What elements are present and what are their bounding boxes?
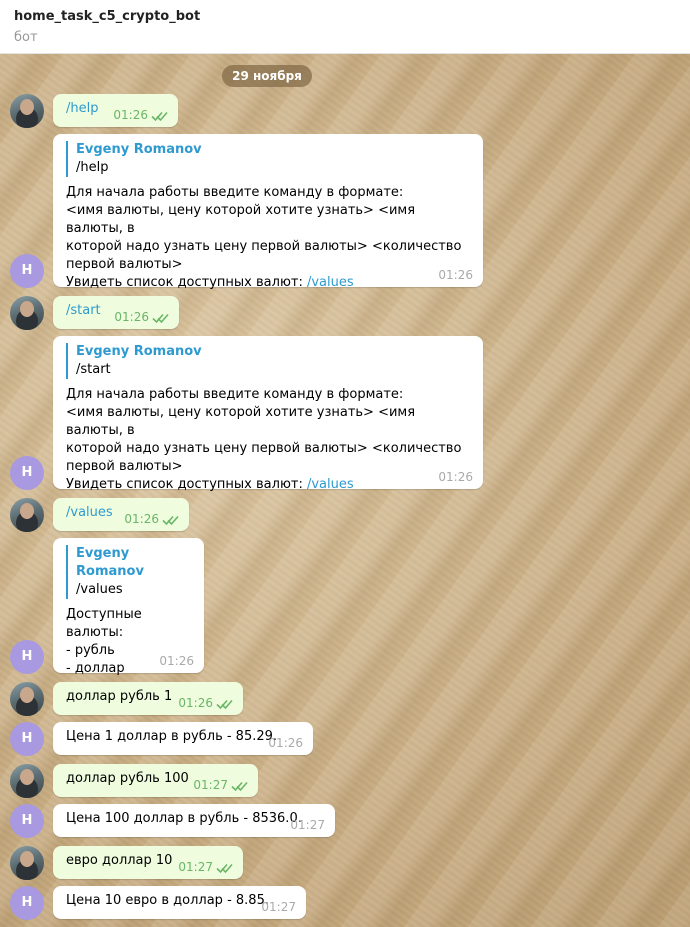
outgoing-message[interactable]: евро доллар 10 01:27 <box>53 846 243 879</box>
bot-avatar[interactable]: Н <box>10 254 44 288</box>
message-time: 01:27 <box>178 860 213 874</box>
outgoing-message[interactable]: доллар рубль 1 01:26 <box>53 682 243 715</box>
user-avatar[interactable] <box>10 94 44 128</box>
message-text[interactable]: /help <box>66 101 98 116</box>
reply-text: /start <box>76 362 111 377</box>
message-time: 01:26 <box>114 310 149 324</box>
message-time: 01:26 <box>159 654 194 668</box>
read-checkmarks-icon <box>216 863 233 874</box>
incoming-message[interactable]: Evgeny Romanov /start Для начала работы … <box>53 336 483 492</box>
message-line: <имя валюты, цену которой хотите узнать>… <box>66 203 416 236</box>
chat-title: home_task_c5_crypto_bot <box>14 9 201 24</box>
message-line: первой валюты> <box>66 257 183 272</box>
values-link[interactable]: /values <box>307 477 354 492</box>
user-avatar[interactable] <box>10 846 44 880</box>
message-line: Для начала работы введите команду в форм… <box>66 185 404 200</box>
user-avatar[interactable] <box>10 764 44 798</box>
read-checkmarks-icon <box>162 515 179 526</box>
read-checkmarks-icon <box>151 111 168 122</box>
message-text: евро доллар 10 <box>66 853 173 868</box>
message-time: 01:27 <box>261 900 296 914</box>
reply-author: Evgeny Romanov <box>76 344 202 359</box>
reply-text: /help <box>76 160 109 175</box>
message-time: 01:26 <box>268 736 303 750</box>
values-link[interactable]: /values <box>307 275 354 290</box>
incoming-message[interactable]: Цена 10 евро в доллар - 8.85. 01:27 <box>53 886 306 919</box>
message-text: Цена 100 доллар в рубль - 8536.0. <box>66 811 302 826</box>
message-time: 01:26 <box>438 268 473 282</box>
message-line: Доступные валюты: <box>66 607 142 640</box>
reply-quote[interactable]: Evgeny Romanov /help <box>66 141 470 177</box>
reply-author: Evgeny Romanov <box>76 142 202 157</box>
message-time: 01:27 <box>290 818 325 832</box>
incoming-message[interactable]: Evgeny Romanov /values Доступные валюты:… <box>53 538 204 694</box>
read-checkmarks-icon <box>152 313 169 324</box>
message-line: первой валюты> <box>66 459 183 474</box>
bot-avatar[interactable]: Н <box>10 722 44 756</box>
message-line: Для начала работы введите команду в форм… <box>66 387 404 402</box>
incoming-message[interactable]: Цена 100 доллар в рубль - 8536.0. 01:27 <box>53 804 335 837</box>
message-line: <имя валюты, цену которой хотите узнать>… <box>66 405 416 438</box>
reply-text: /values <box>76 582 123 597</box>
message-text: Цена 1 доллар в рубль - 85.29. <box>66 729 278 744</box>
message-time: 01:27 <box>193 778 228 792</box>
outgoing-message[interactable]: /start 01:26 <box>53 296 179 329</box>
message-text: Для начала работы введите команду в форм… <box>66 386 470 494</box>
user-avatar[interactable] <box>10 498 44 532</box>
message-list[interactable]: 29 ноября /help 01:26 Н Evgeny Romanov /… <box>0 54 690 927</box>
outgoing-message[interactable]: доллар рубль 100 01:27 <box>53 764 258 797</box>
outgoing-message[interactable]: /help 01:26 <box>53 94 178 127</box>
incoming-message[interactable]: Evgeny Romanov /help Для начала работы в… <box>53 134 483 290</box>
bot-avatar[interactable]: Н <box>10 640 44 674</box>
read-checkmarks-icon <box>216 699 233 710</box>
reply-author: Evgeny Romanov <box>76 546 144 579</box>
read-checkmarks-icon <box>231 781 248 792</box>
message-text: Для начала работы введите команду в форм… <box>66 184 470 292</box>
user-avatar[interactable] <box>10 682 44 716</box>
bot-avatar[interactable]: Н <box>10 456 44 490</box>
date-separator: 29 ноября <box>222 65 312 87</box>
bot-avatar[interactable]: Н <box>10 804 44 838</box>
user-avatar[interactable] <box>10 296 44 330</box>
message-line: которой надо узнать цену первой валюты> … <box>66 441 462 456</box>
incoming-message[interactable]: Цена 1 доллар в рубль - 85.29. 01:26 <box>53 722 313 755</box>
link-prefix: Увидеть список доступных валют: <box>66 275 307 290</box>
message-text: доллар рубль 100 <box>66 771 189 786</box>
message-time: 01:26 <box>124 512 159 526</box>
message-text: доллар рубль 1 <box>66 689 173 704</box>
message-line: которой надо узнать цену первой валюты> … <box>66 239 462 254</box>
outgoing-message[interactable]: /values 01:26 <box>53 498 189 531</box>
link-prefix: Увидеть список доступных валют: <box>66 477 307 492</box>
chat-subtitle: бот <box>14 30 38 45</box>
message-time: 01:26 <box>178 696 213 710</box>
message-text: Цена 10 евро в доллар - 8.85. <box>66 893 269 908</box>
message-time: 01:26 <box>113 108 148 122</box>
reply-quote[interactable]: Evgeny Romanov /values <box>66 545 191 599</box>
bot-avatar[interactable]: Н <box>10 886 44 920</box>
message-text[interactable]: /start <box>66 303 101 318</box>
message-text[interactable]: /values <box>66 505 113 520</box>
reply-quote[interactable]: Evgeny Romanov /start <box>66 343 470 379</box>
message-time: 01:26 <box>438 470 473 484</box>
chat-header[interactable]: home_task_c5_crypto_bot бот <box>0 0 690 54</box>
